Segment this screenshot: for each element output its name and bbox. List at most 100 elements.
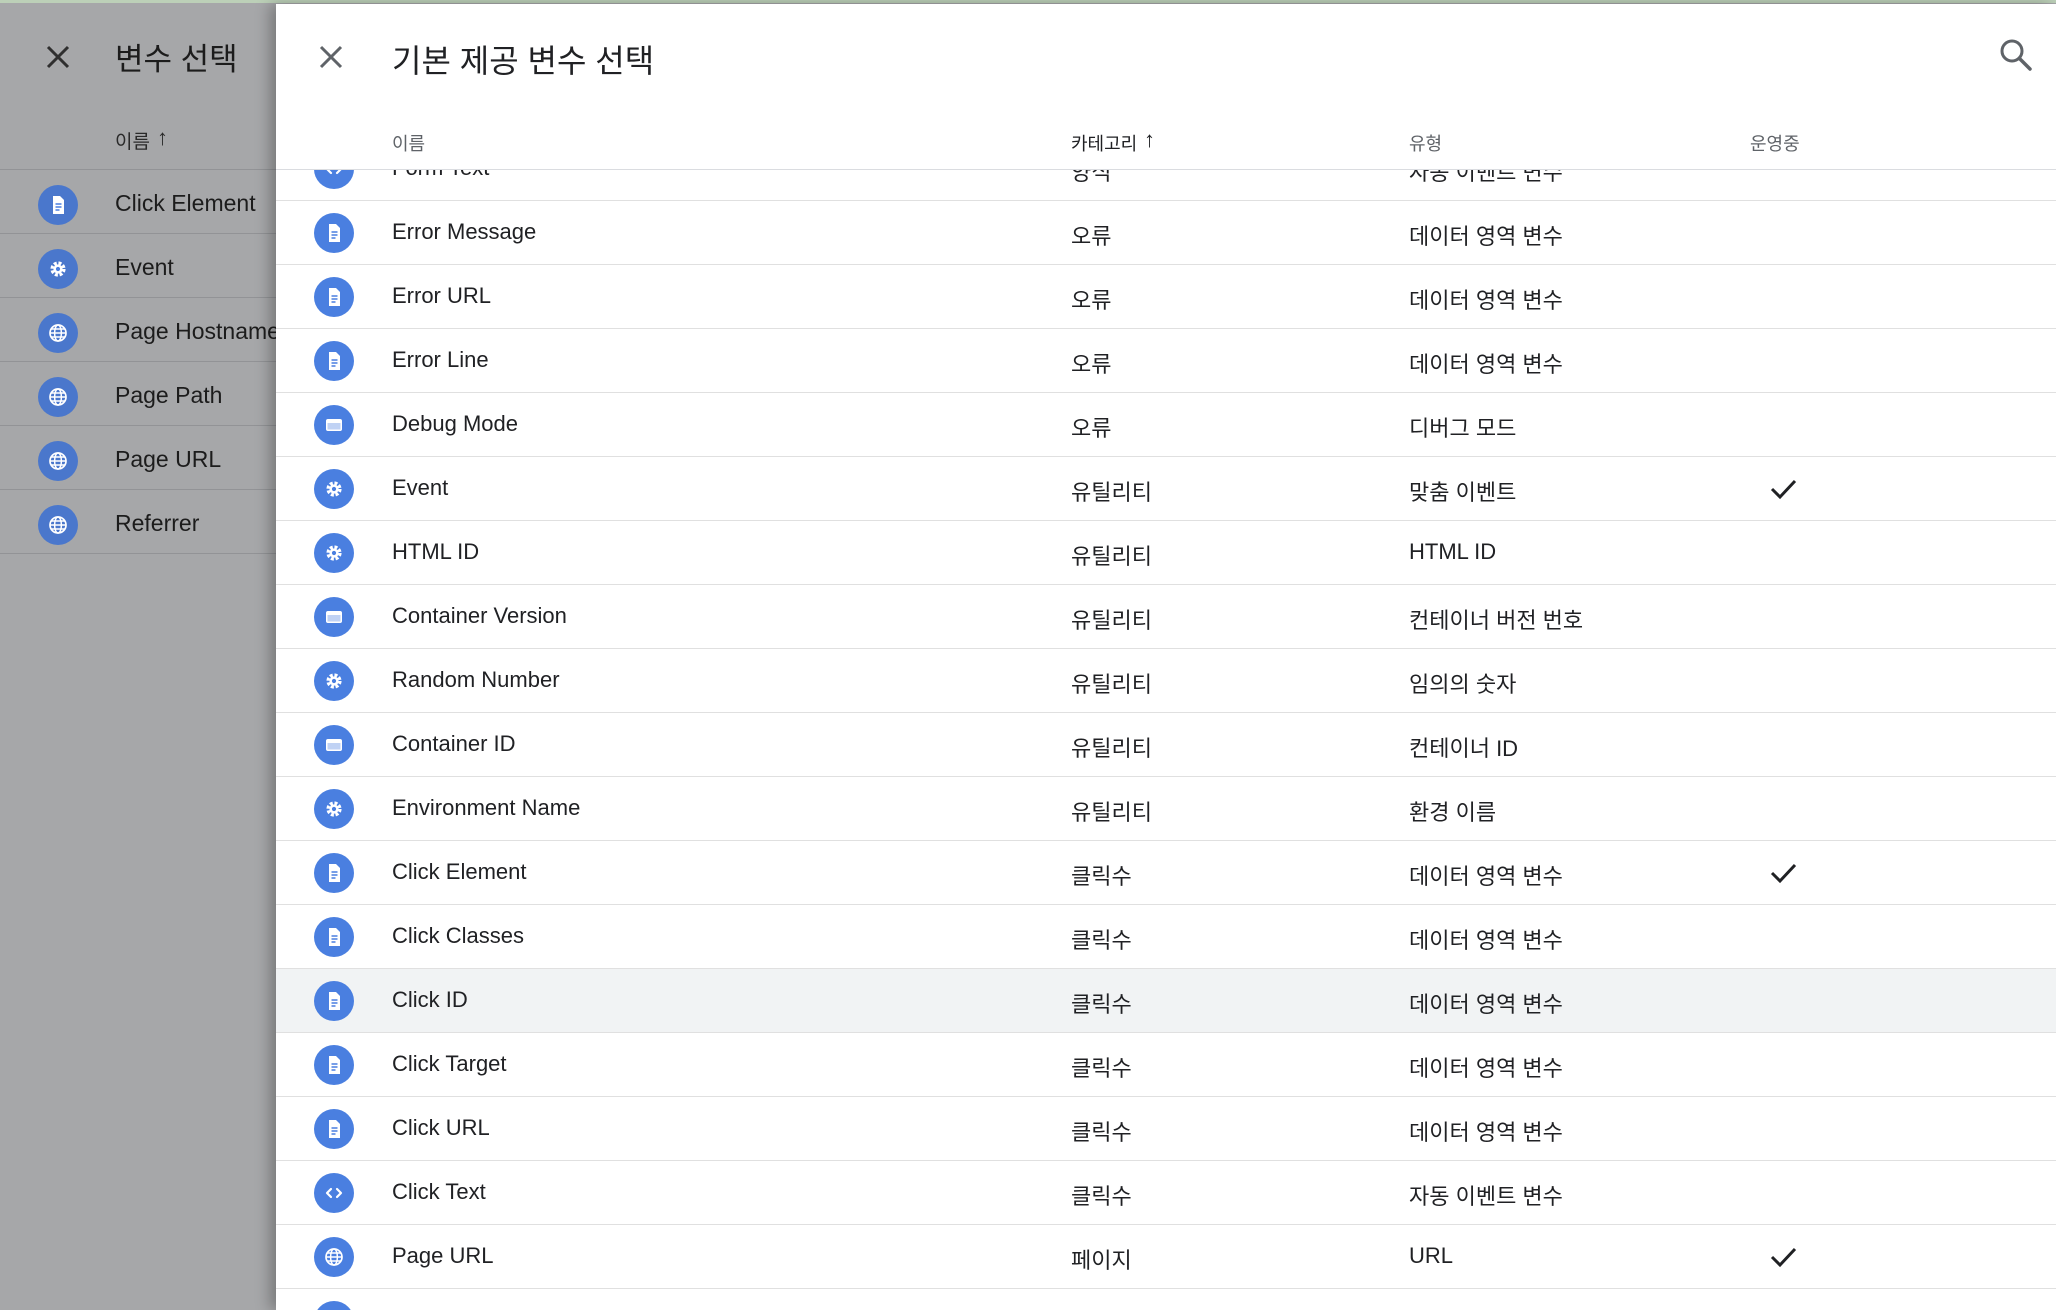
- variable-type: 환경 이름: [1409, 800, 1497, 825]
- variable-type: URL: [1409, 1243, 1454, 1268]
- column-header-label: 이름: [115, 132, 150, 153]
- table-row[interactable]: Page URL 페이지 URL: [276, 1225, 2056, 1289]
- variable-name: Error Line: [392, 347, 489, 372]
- variable-name: Debug Mode: [392, 411, 518, 436]
- gear-icon: [314, 469, 354, 509]
- variable-name: Container Version: [392, 603, 567, 628]
- checkmark-icon: [1766, 1240, 1800, 1274]
- code-icon: [314, 1173, 354, 1213]
- checkmark-icon: [1766, 472, 1800, 506]
- table-row[interactable]: Error Message 오류 데이터 영역 변수: [276, 201, 2056, 265]
- table-row[interactable]: Click URL 클릭수 데이터 영역 변수: [276, 1097, 2056, 1161]
- gear-icon: [38, 249, 78, 289]
- variable-name: Error Message: [392, 219, 537, 244]
- builtin-variable-sheet: 기본 제공 변수 선택 이름 카테고리 ↑ 유형 운영중 Form Text 양식…: [276, 4, 2056, 1310]
- column-header-name[interactable]: 이름: [392, 130, 425, 156]
- variable-category: 클릭수: [1071, 864, 1132, 889]
- column-header-live[interactable]: 운영중: [1750, 130, 1800, 156]
- variable-type: 자동 이벤트 변수: [1409, 169, 1563, 185]
- list-item[interactable]: Page Path: [0, 362, 300, 426]
- panel-title: 변수 선택: [115, 42, 238, 77]
- variable-name: Environment Name: [392, 795, 581, 820]
- table-row[interactable]: Click ID 클릭수 데이터 영역 변수: [276, 969, 2056, 1033]
- table-row[interactable]: Error Line 오류 데이터 영역 변수: [276, 329, 2056, 393]
- variable-category: 유틸리티: [1071, 736, 1152, 761]
- gear-icon: [314, 661, 354, 701]
- table-row[interactable]: Click Target 클릭수 데이터 영역 변수: [276, 1033, 2056, 1097]
- sort-arrow-icon: ↑: [157, 125, 168, 150]
- list-item[interactable]: Event: [0, 234, 300, 298]
- variable-type: 컨테이너 ID: [1409, 736, 1519, 761]
- list-item-label: Page Path: [115, 382, 223, 408]
- sheet-title: 기본 제공 변수 선택: [392, 43, 655, 79]
- search-icon[interactable]: [1996, 35, 2036, 75]
- variable-category: 클릭수: [1071, 928, 1132, 953]
- variable-category: 유틸리티: [1071, 544, 1152, 569]
- table-row[interactable]: Error URL 오류 데이터 영역 변수: [276, 265, 2056, 329]
- variable-name: Click URL: [392, 1115, 490, 1140]
- variable-type: 디버그 모드: [1409, 416, 1517, 441]
- table-row[interactable]: Form Text 양식 자동 이벤트 변수: [276, 169, 2056, 201]
- list-item-label: Click Element: [115, 190, 256, 216]
- variable-category: 클릭수: [1071, 1184, 1132, 1209]
- list-item[interactable]: Page URL: [0, 426, 300, 490]
- window-icon: [314, 405, 354, 445]
- table-row[interactable]: Random Number 유틸리티 임의의 숫자: [276, 649, 2056, 713]
- table-row[interactable]: Click Element 클릭수 데이터 영역 변수: [276, 841, 2056, 905]
- table-row[interactable]: Container ID 유틸리티 컨테이너 ID: [276, 713, 2056, 777]
- document-icon: [314, 213, 354, 253]
- variable-name: Click Text: [392, 1179, 486, 1204]
- variable-category: 유틸리티: [1071, 672, 1152, 697]
- table-row[interactable]: Environment Name 유틸리티 환경 이름: [276, 777, 2056, 841]
- table-row[interactable]: Event 유틸리티 맞춤 이벤트: [276, 457, 2056, 521]
- variable-name: Random Number: [392, 667, 560, 692]
- variable-name: Click ID: [392, 987, 468, 1012]
- variable-category: 유틸리티: [1071, 480, 1152, 505]
- column-header-category[interactable]: 카테고리: [1071, 130, 1137, 156]
- table-row[interactable]: [276, 1289, 2056, 1310]
- table-row[interactable]: HTML ID 유틸리티 HTML ID: [276, 521, 2056, 585]
- variable-category: 클릭수: [1071, 992, 1132, 1017]
- variable-type: 컨테이너 버전 번호: [1409, 608, 1584, 633]
- close-icon[interactable]: [311, 37, 351, 77]
- column-header-type[interactable]: 유형: [1409, 130, 1442, 156]
- variable-category: 오류: [1071, 416, 1112, 441]
- sort-arrow-icon: ↑: [1144, 127, 1155, 152]
- variable-category: 클릭수: [1071, 1056, 1132, 1081]
- variable-name: Click Classes: [392, 923, 525, 948]
- document-icon: [314, 1109, 354, 1149]
- document-icon: [314, 277, 354, 317]
- table-row[interactable]: Debug Mode 오류 디버그 모드: [276, 393, 2056, 457]
- gear-icon: [314, 533, 354, 573]
- list-item-label: Event: [115, 254, 174, 280]
- variable-type: 데이터 영역 변수: [1409, 992, 1563, 1017]
- table-row[interactable]: Container Version 유틸리티 컨테이너 버전 번호: [276, 585, 2056, 649]
- variable-type: 데이터 영역 변수: [1409, 224, 1563, 249]
- top-accent-line: [0, 0, 2056, 3]
- code-icon: [314, 169, 354, 189]
- document-icon: [314, 917, 354, 957]
- list-item[interactable]: Click Element: [0, 170, 300, 234]
- window-icon: [314, 597, 354, 637]
- table-row[interactable]: Click Classes 클릭수 데이터 영역 변수: [276, 905, 2056, 969]
- column-header-name[interactable]: 이름 ↑: [0, 113, 300, 170]
- globe-icon: [314, 1301, 354, 1310]
- variable-type: 맞춤 이벤트: [1409, 480, 1517, 505]
- checkmark-icon: [1766, 856, 1800, 890]
- list-item-label: Page URL: [115, 446, 222, 472]
- document-icon: [314, 981, 354, 1021]
- table-row[interactable]: Click Text 클릭수 자동 이벤트 변수: [276, 1161, 2056, 1225]
- document-icon: [314, 1045, 354, 1085]
- variable-name: Error URL: [392, 283, 492, 308]
- variable-type: 데이터 영역 변수: [1409, 1056, 1563, 1081]
- table-header: 이름 카테고리 ↑ 유형 운영중: [276, 113, 2056, 170]
- globe-icon: [38, 505, 78, 545]
- globe-icon: [38, 313, 78, 353]
- close-icon[interactable]: [38, 37, 78, 77]
- variable-type: HTML ID: [1409, 539, 1497, 564]
- list-item[interactable]: Referrer: [0, 490, 300, 554]
- variable-category: 오류: [1071, 288, 1112, 313]
- variable-table-body: Form Text양식자동 이벤트 변수Error Message오류데이터 영…: [276, 169, 2056, 1310]
- variable-name: HTML ID: [392, 539, 480, 564]
- list-item[interactable]: Page Hostname: [0, 298, 300, 362]
